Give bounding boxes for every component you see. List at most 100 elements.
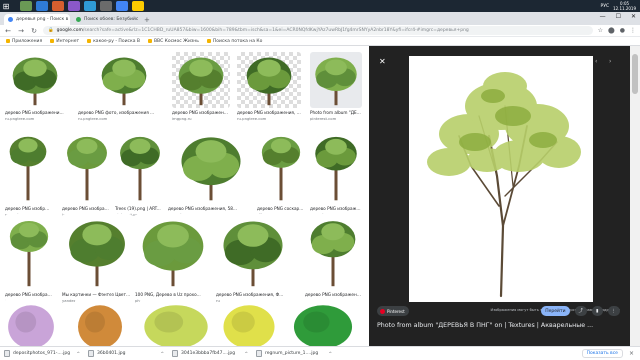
image-result[interactable]: [5, 298, 57, 346]
result-thumbnail[interactable]: [62, 130, 112, 204]
prev-image-icon[interactable]: ‹: [595, 58, 597, 65]
result-thumbnail[interactable]: [5, 130, 51, 204]
result-caption[interactable]: Мы картинки — Фэнтез Цветков...: [62, 292, 132, 297]
image-result[interactable]: дерево PNG изображен...ru.pngtree.com: [310, 130, 362, 222]
image-result[interactable]: Trees (19).png | ART...pinterest.com: [115, 130, 165, 222]
result-thumbnail[interactable]: [237, 52, 301, 108]
result-caption[interactable]: дерево PNG изображения, 58.8...: [172, 110, 230, 115]
result-thumbnail[interactable]: [220, 298, 278, 346]
taskbar-app-icon[interactable]: [20, 1, 32, 11]
download-item[interactable]: 36b0401.jpg ^: [88, 350, 164, 357]
result-thumbnail[interactable]: [168, 130, 254, 204]
result-caption[interactable]: дерево PNG изображения...: [5, 292, 53, 297]
reload-icon[interactable]: ↻: [30, 27, 38, 35]
image-result[interactable]: Photo from album "ДЕРЕВЬЯ В ...pinterest…: [310, 52, 362, 126]
profile-icon[interactable]: ●: [620, 27, 625, 34]
image-result[interactable]: 100 PNG, Дерево в Uz прохо...photoshop-k…: [135, 214, 211, 308]
result-caption[interactable]: дерево PNG изображения, 58.8...: [5, 110, 65, 115]
result-caption[interactable]: дерево PNG изображен...: [310, 206, 362, 211]
show-all-downloads-button[interactable]: Показать все: [581, 349, 623, 358]
image-result[interactable]: [290, 298, 356, 346]
result-caption[interactable]: 100 PNG, Дерево в Uz прохо...: [135, 292, 211, 297]
close-icon[interactable]: ✕: [379, 57, 386, 66]
image-result[interactable]: дерево PNG изображения, 58.8...ru.pngtre…: [5, 52, 65, 126]
browser-tab[interactable]: Поиск обоев: Безубийственный лес×: [72, 14, 138, 25]
image-result[interactable]: дерево PNG изображенияru.pngtree.com: [305, 214, 361, 308]
result-thumbnail[interactable]: [78, 52, 170, 108]
result-caption[interactable]: дерево PNG фото, изображения ...: [78, 110, 170, 115]
chevron-up-icon[interactable]: ^: [245, 351, 248, 356]
image-title[interactable]: Photo from album "ДЕРЕВЬЯ В ПНГ" on | Te…: [377, 322, 593, 329]
result-caption[interactable]: дерево PNG изображения: [305, 292, 361, 297]
result-thumbnail[interactable]: [310, 52, 362, 108]
scrollbar-thumb[interactable]: [632, 54, 638, 94]
result-thumbnail[interactable]: [135, 214, 211, 290]
visit-button[interactable]: Перейти: [541, 306, 570, 316]
image-result[interactable]: дерево PNG изображения, 58...ru.pngtree.…: [168, 130, 254, 222]
image-result[interactable]: дерево PNG изображения, Ф...ru.wirepik.c…: [216, 214, 290, 308]
taskbar-app-icon[interactable]: [100, 1, 112, 11]
bookmark-item[interactable]: BBC Космос Жизнь: [147, 39, 199, 44]
preview-image[interactable]: [409, 56, 593, 302]
image-result[interactable]: [140, 298, 212, 346]
clock[interactable]: 0:05 12.11.2019: [613, 1, 636, 11]
taskbar-app-icon[interactable]: [52, 1, 64, 11]
result-thumbnail[interactable]: [140, 298, 212, 346]
download-item[interactable]: 3041e3bbba7fb47....jpg ^: [172, 350, 248, 357]
chevron-up-icon[interactable]: ^: [161, 351, 164, 356]
chevron-up-icon[interactable]: ^: [77, 351, 80, 356]
save-icon[interactable]: ▮: [592, 306, 603, 316]
bookmark-item[interactable]: Приложения: [6, 39, 42, 44]
back-arrow-icon[interactable]: ←: [4, 27, 12, 35]
image-result[interactable]: дерево PNG соскарт ...clik.ru: [257, 130, 305, 222]
new-tab-button[interactable]: +: [140, 14, 154, 25]
download-item[interactable]: depositphotos_971-....jpg ^: [4, 350, 80, 357]
image-result[interactable]: дерево PNG изображен...imgpng.ru: [62, 130, 112, 222]
menu-icon[interactable]: ⋮: [630, 27, 636, 34]
result-thumbnail[interactable]: [172, 52, 230, 108]
taskbar-app-icon[interactable]: [84, 1, 96, 11]
taskbar-app-icon[interactable]: [132, 1, 144, 11]
result-caption[interactable]: Trees (19).png | ART...: [115, 206, 165, 211]
lang-indicator[interactable]: РУС: [600, 4, 609, 9]
browser-tab[interactable]: деревья png - Поиск в Google×: [4, 14, 70, 25]
result-thumbnail[interactable]: [290, 298, 356, 346]
download-item[interactable]: regnum_picture_1....jpg ^: [256, 350, 332, 357]
result-thumbnail[interactable]: [75, 298, 125, 346]
result-thumbnail[interactable]: [216, 214, 290, 290]
image-result[interactable]: дерево PNG изображения...imgpng.ru: [5, 214, 53, 308]
windows-start-icon[interactable]: ⊞: [0, 0, 12, 12]
result-thumbnail[interactable]: [310, 130, 362, 204]
result-caption[interactable]: дерево PNG изображения, Ф...: [216, 292, 290, 297]
forward-arrow-icon[interactable]: →: [17, 27, 25, 35]
taskbar-app-icon[interactable]: [68, 1, 80, 11]
bookmark-item[interactable]: Поиска потока на Ко: [206, 39, 262, 44]
minimize-icon[interactable]: —: [600, 13, 606, 20]
image-result[interactable]: Мы картинки — Фэнтез Цветков... yandex.ru: [62, 214, 132, 308]
bookmark-item[interactable]: Интернет: [50, 39, 79, 44]
result-caption[interactable]: дерево PNG изображения, 58...: [168, 206, 254, 211]
chevron-up-icon[interactable]: ^: [329, 351, 332, 356]
maximize-icon[interactable]: ☐: [616, 13, 621, 20]
image-result[interactable]: дерево PNG фото, изображения ... ru.pngtr…: [78, 52, 170, 126]
close-downloads-icon[interactable]: ×: [629, 350, 634, 357]
share-icon[interactable]: ⤴: [574, 306, 588, 316]
image-result[interactable]: [75, 298, 125, 346]
result-thumbnail[interactable]: [257, 130, 305, 204]
image-result[interactable]: [220, 298, 278, 346]
result-thumbnail[interactable]: [5, 298, 57, 346]
result-thumbnail[interactable]: [62, 214, 132, 290]
result-caption[interactable]: Photo from album "ДЕРЕВЬЯ В ...: [310, 110, 362, 115]
extension-icon[interactable]: ⬤: [608, 27, 615, 34]
result-caption[interactable]: дерево PNG изображен...: [62, 206, 112, 211]
result-thumbnail[interactable]: [5, 214, 53, 290]
close-window-icon[interactable]: ✕: [631, 13, 636, 20]
result-thumbnail[interactable]: [5, 52, 65, 108]
result-thumbnail[interactable]: [115, 130, 165, 204]
image-result[interactable]: дерево PNG изображения...ru.pngtree.com: [5, 130, 51, 222]
result-caption[interactable]: дерево PNG изображения, 58.8...: [237, 110, 301, 115]
next-image-icon[interactable]: ›: [609, 58, 611, 65]
more-icon[interactable]: ⋮: [607, 306, 620, 316]
address-bar[interactable]: 🔒 google.com/search?safe=active&rlz=1C1C…: [43, 26, 593, 35]
bookmark-item[interactable]: какое-ру - Поиска В: [87, 39, 140, 44]
